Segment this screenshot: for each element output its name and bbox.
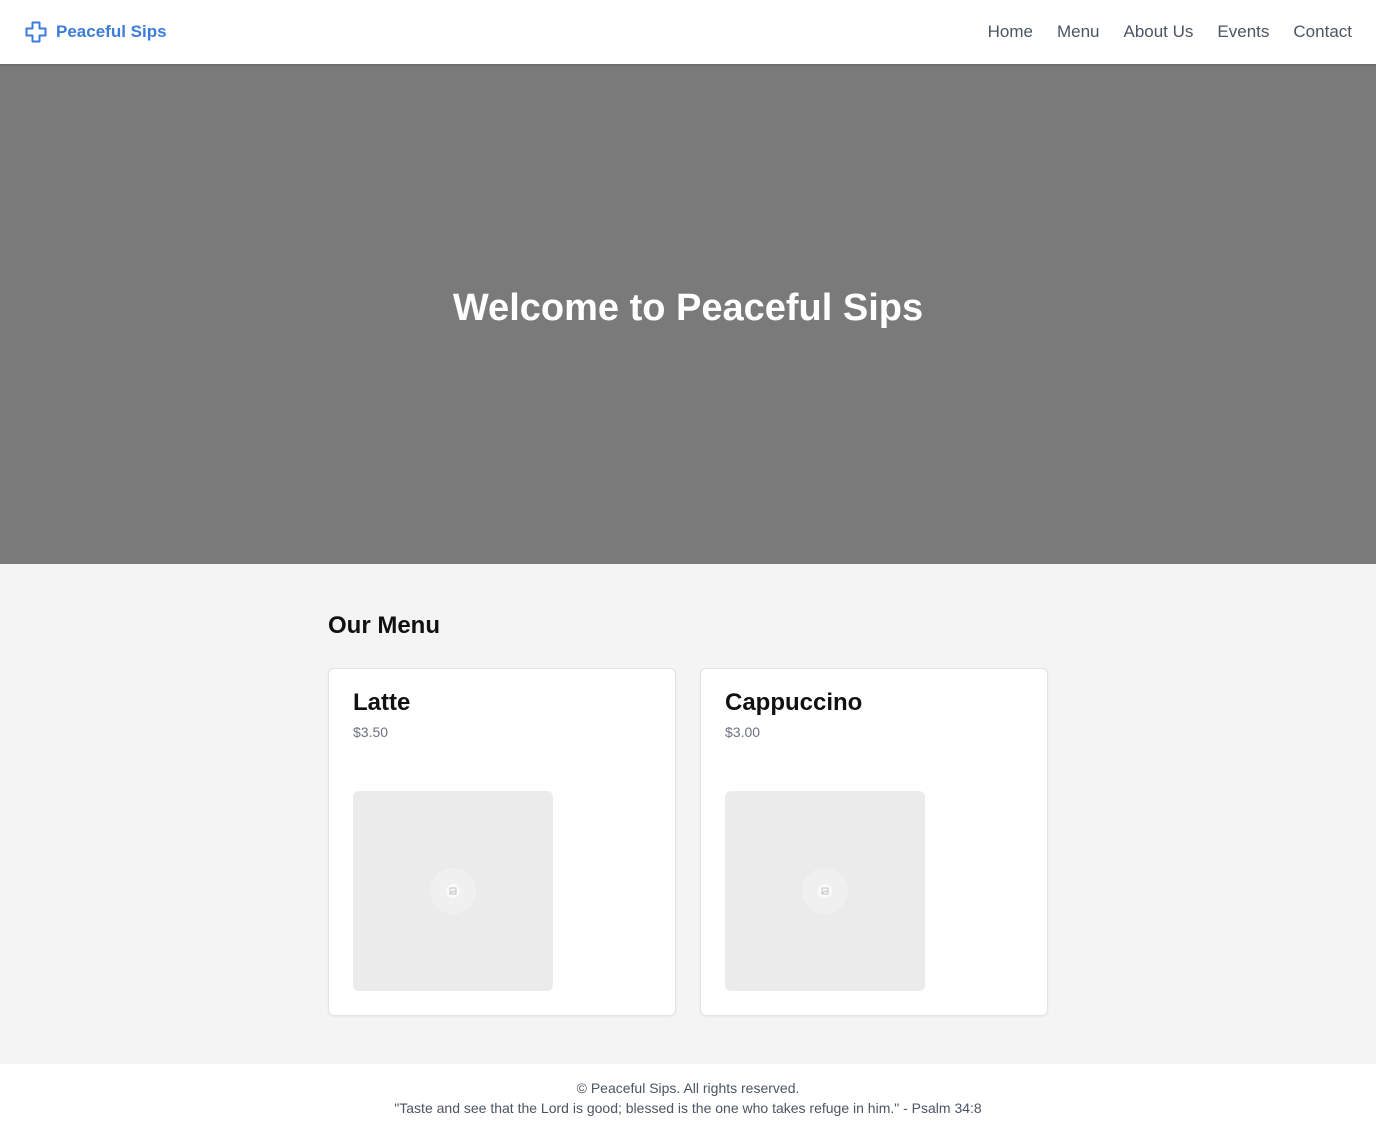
brand-link[interactable]: Peaceful Sips: [24, 20, 167, 44]
footer-verse: "Taste and see that the Lord is good; bl…: [394, 1100, 982, 1116]
site-footer: © Peaceful Sips. All rights reserved. "T…: [0, 1064, 1376, 1128]
image-placeholder-icon: [802, 868, 848, 914]
cross-icon: [24, 20, 48, 44]
nav-contact[interactable]: Contact: [1293, 22, 1352, 42]
nav-menu[interactable]: Menu: [1057, 22, 1100, 42]
hero-banner: Welcome to Peaceful Sips: [0, 64, 1376, 564]
menu-card-cappuccino: Cappuccino $3.00: [700, 668, 1048, 1016]
menu-item-name: Latte: [353, 689, 411, 716]
nav-about-us[interactable]: About Us: [1123, 22, 1193, 42]
menu-heading: Our Menu: [328, 612, 440, 639]
nav-home[interactable]: Home: [988, 22, 1033, 42]
menu-section: Our Menu Latte $3.50 Cappuccino $3.00: [0, 564, 1376, 1064]
brand-name: Peaceful Sips: [56, 22, 167, 41]
menu-item-image: [725, 791, 925, 991]
menu-card-latte: Latte $3.50: [328, 668, 676, 1016]
menu-item-image: [353, 791, 553, 991]
hero-title: Welcome to Peaceful Sips: [452, 286, 924, 329]
menu-item-price: $3.50: [353, 724, 389, 740]
image-placeholder-icon: [430, 868, 476, 914]
site-header: Peaceful Sips Home Menu About Us Events …: [0, 0, 1376, 64]
menu-item-price: $3.00: [725, 724, 761, 740]
menu-item-name: Cappuccino: [725, 689, 863, 716]
nav-events[interactable]: Events: [1217, 22, 1269, 42]
main-nav: Home Menu About Us Events Contact: [988, 22, 1352, 42]
footer-copyright: © Peaceful Sips. All rights reserved.: [576, 1080, 800, 1096]
